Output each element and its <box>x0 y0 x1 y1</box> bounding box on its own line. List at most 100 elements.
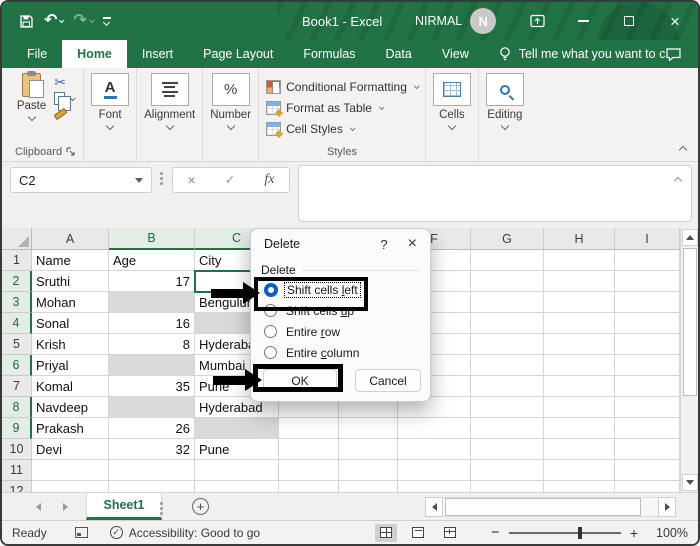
formula-input[interactable] <box>298 165 692 222</box>
cell-E9[interactable] <box>339 418 398 439</box>
scroll-up-button[interactable] <box>682 229 698 246</box>
cell-H4[interactable] <box>544 313 615 334</box>
vertical-scrollbar[interactable] <box>680 228 698 492</box>
cell-B9[interactable]: 26 <box>109 418 195 439</box>
cell-I6[interactable] <box>615 355 680 376</box>
insert-function-button[interactable]: fx <box>264 172 274 188</box>
collapse-formula-bar-icon[interactable] <box>674 177 682 185</box>
cell-B4[interactable]: 16 <box>109 313 195 334</box>
radio-shift-cells-left[interactable]: Shift cells left <box>251 279 430 300</box>
cell-G2[interactable] <box>471 271 544 292</box>
enter-formula-button[interactable]: ✓ <box>225 172 236 188</box>
cell-B6[interactable] <box>109 355 195 376</box>
vertical-scroll-thumb[interactable] <box>683 248 697 396</box>
cell-B5[interactable]: 8 <box>109 334 195 355</box>
cell-B1[interactable]: Age <box>109 250 195 271</box>
account-user-name[interactable]: NIRMAL <box>415 14 462 28</box>
zoom-in-button[interactable]: + <box>630 525 638 541</box>
cell-G1[interactable] <box>471 250 544 271</box>
zoom-slider-handle[interactable] <box>578 527 582 539</box>
customize-quick-access-button[interactable] <box>100 15 114 26</box>
row-header-9[interactable]: 9 <box>2 418 32 439</box>
tab-data[interactable]: Data <box>370 40 426 68</box>
cell-A9[interactable]: Prakash <box>32 418 109 439</box>
tell-me-box[interactable]: Tell me what you want to c <box>498 40 666 68</box>
name-box-dropdown-icon[interactable] <box>135 178 143 183</box>
cell-A12[interactable] <box>32 481 109 492</box>
row-header-3[interactable]: 3 <box>2 292 32 313</box>
cell-A4[interactable]: Sonal <box>32 313 109 334</box>
cell-A7[interactable]: Komal <box>32 376 109 397</box>
cell-G7[interactable] <box>471 376 544 397</box>
format-as-table-button[interactable]: Format as Table <box>266 97 418 118</box>
cell-A6[interactable]: Priyal <box>32 355 109 376</box>
zoom-out-button[interactable]: − <box>491 524 500 541</box>
column-header-I[interactable]: I <box>615 228 680 250</box>
cell-H3[interactable] <box>544 292 615 313</box>
row-header-6[interactable]: 6 <box>2 355 32 376</box>
cell-H12[interactable] <box>544 481 615 492</box>
cell-H7[interactable] <box>544 376 615 397</box>
tab-formulas[interactable]: Formulas <box>288 40 370 68</box>
avatar[interactable]: N <box>470 8 496 34</box>
minimize-button[interactable] <box>560 2 606 40</box>
cell-G6[interactable] <box>471 355 544 376</box>
cell-A5[interactable]: Krish <box>32 334 109 355</box>
splitter-dots-icon[interactable] <box>160 502 430 515</box>
cell-H11[interactable] <box>544 460 615 481</box>
scroll-down-button[interactable] <box>682 474 698 491</box>
select-all-corner[interactable] <box>2 228 32 250</box>
tab-insert[interactable]: Insert <box>127 40 188 68</box>
cell-G11[interactable] <box>471 460 544 481</box>
cell-I9[interactable] <box>615 418 680 439</box>
horizontal-scrollbar[interactable] <box>425 497 676 517</box>
cell-F9[interactable] <box>398 418 471 439</box>
cell-G5[interactable] <box>471 334 544 355</box>
ribbon-display-options-button[interactable] <box>514 2 560 40</box>
collapse-ribbon-button[interactable] <box>679 146 687 154</box>
row-header-10[interactable]: 10 <box>2 439 32 460</box>
cell-I12[interactable] <box>615 481 680 492</box>
cell-I8[interactable] <box>615 397 680 418</box>
cells-menu-button[interactable]: Cells <box>433 73 471 161</box>
cell-G3[interactable] <box>471 292 544 313</box>
font-menu-button[interactable]: A Font <box>91 73 129 161</box>
editing-menu-button[interactable]: Editing <box>486 73 524 161</box>
page-break-view-button[interactable] <box>439 524 461 542</box>
cell-H9[interactable] <box>544 418 615 439</box>
cell-B11[interactable] <box>109 460 195 481</box>
dialog-launcher-icon[interactable] <box>66 147 76 157</box>
cell-styles-button[interactable]: Cell Styles <box>266 118 418 139</box>
radio-label-entire-row[interactable]: Entire row <box>284 325 342 339</box>
cell-C9[interactable] <box>195 418 279 439</box>
next-sheet-button[interactable] <box>63 503 68 511</box>
radio-icon[interactable] <box>264 346 277 359</box>
cell-A10[interactable]: Devi <box>32 439 109 460</box>
cancel-formula-button[interactable]: × <box>187 172 195 188</box>
close-button[interactable]: × <box>652 2 698 40</box>
cell-C10[interactable]: Pune <box>195 439 279 460</box>
cell-A2[interactable]: Sruthi <box>32 271 109 292</box>
cell-E12[interactable] <box>339 481 398 492</box>
normal-view-button[interactable] <box>375 524 397 542</box>
accessibility-status[interactable]: ✓ Accessibility: Good to go <box>110 526 260 540</box>
cell-F11[interactable] <box>398 460 471 481</box>
cell-A3[interactable]: Mohan <box>32 292 109 313</box>
cell-G12[interactable] <box>471 481 544 492</box>
dialog-help-button[interactable]: ? <box>380 237 387 252</box>
column-header-B[interactable]: B <box>109 228 195 250</box>
radio-label-shift-cells-left[interactable]: Shift cells left <box>285 283 360 297</box>
cell-H10[interactable] <box>544 439 615 460</box>
zoom-level[interactable]: 100% <box>652 526 688 540</box>
row-header-11[interactable]: 11 <box>2 460 32 481</box>
cell-B8[interactable] <box>109 397 195 418</box>
paste-button[interactable]: Paste <box>17 73 46 120</box>
cell-B12[interactable] <box>109 481 195 492</box>
conditional-formatting-button[interactable]: Conditional Formatting <box>266 76 418 97</box>
row-header-4[interactable]: 4 <box>2 313 32 334</box>
cell-I11[interactable] <box>615 460 680 481</box>
cell-H6[interactable] <box>544 355 615 376</box>
dialog-close-button[interactable]: × <box>408 236 417 252</box>
row-header-5[interactable]: 5 <box>2 334 32 355</box>
cell-D11[interactable] <box>279 460 339 481</box>
